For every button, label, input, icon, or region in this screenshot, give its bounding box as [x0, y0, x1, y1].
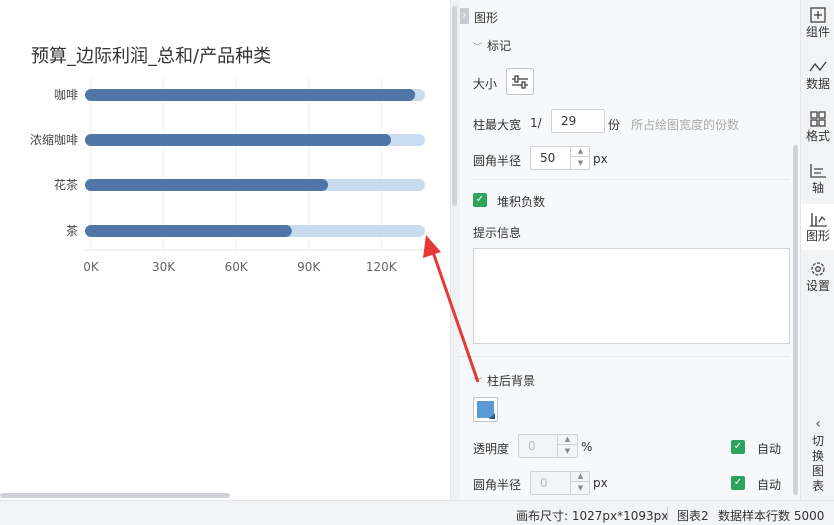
x-tick-label: 90K [297, 260, 321, 274]
divider [473, 179, 790, 180]
bar-graph-icon [810, 213, 827, 227]
rail-item-data[interactable]: 数据 [801, 52, 834, 98]
chevron-down-icon: ﹀ [473, 378, 483, 388]
x-tick-label: 60K [225, 260, 249, 274]
chevron-right-icon: › [462, 10, 467, 21]
sample-rows-text: 数据样本行数 5000 [718, 509, 825, 523]
bar-max-width-input[interactable]: 29 [551, 109, 605, 133]
opacity-auto-label: 自动 [757, 442, 782, 456]
bar-background-section-title: 柱后背景 [487, 374, 536, 388]
chart-canvas[interactable]: 0K 30K 60K 90K 120K 咖啡浓缩咖啡花茶茶 预算_边际利润_总和/产品种类 [0, 0, 450, 500]
panel-vertical-scrollbar[interactable] [793, 145, 798, 495]
category-label: 咖啡 [54, 87, 78, 102]
canvas-size-text: 画布尺寸: 1027px*1093px [516, 509, 669, 523]
panel-title: 图形 [474, 11, 499, 25]
bg-radius-stepper[interactable]: ▲ ▼ [570, 471, 590, 495]
stepper-down-icon[interactable]: ▼ [558, 446, 577, 457]
bar[interactable] [85, 225, 292, 237]
x-tick-label: 120K [366, 260, 398, 274]
rail-item-graphic[interactable]: 图形 [801, 204, 834, 250]
switch-chart-button[interactable]: ‹ 切换图表 [801, 416, 834, 494]
check-icon: ✓ [475, 194, 485, 205]
bar-max-width-unit: 份 [608, 118, 621, 132]
stack-negative-checkbox[interactable]: ✓ [473, 193, 487, 207]
data-icon [809, 61, 827, 72]
chart-name-text: 图表2 [677, 509, 709, 523]
category-label: 浓缩咖啡 [30, 132, 78, 147]
horizontal-scrollbar-thumb[interactable] [0, 493, 230, 498]
slider-adjust-icon [512, 75, 528, 89]
chevron-left-icon: ‹ [815, 416, 821, 432]
format-grid-icon [810, 111, 826, 127]
tooltip-label: 提示信息 [473, 226, 522, 240]
corner-radius-label: 圆角半径 [473, 154, 522, 168]
opacity-auto-checkbox[interactable]: ✓ [731, 440, 745, 454]
collapse-panel-button[interactable]: › [460, 8, 469, 24]
bar-max-width-prefix: 1/ [530, 116, 542, 130]
rail-item-axis[interactable]: 轴 [801, 156, 834, 202]
corner-radius-unit: px [593, 152, 608, 166]
status-bar: 画布尺寸: 1027px*1093px 图表2 数据样本行数 5000 [0, 500, 834, 525]
stack-negative-label: 堆积负数 [497, 195, 546, 209]
rail-item-settings[interactable]: 设置 [801, 254, 834, 300]
bar[interactable] [85, 89, 416, 101]
check-icon: ✓ [733, 441, 743, 452]
switch-chart-label: 切换图表 [811, 434, 824, 493]
rail-label: 数据 [805, 77, 830, 91]
dropdown-corner-icon [489, 413, 495, 419]
bar-max-width-hint: 所占绘图宽度的份数 [631, 118, 740, 132]
tooltip-textarea[interactable] [473, 248, 790, 344]
bar-background-section-header[interactable]: ﹀ 柱后背景 [473, 372, 535, 389]
add-component-icon [810, 7, 826, 23]
bg-radius-auto-label: 自动 [757, 478, 782, 492]
rail-label: 组件 [805, 25, 830, 39]
opacity-unit: % [581, 440, 593, 454]
stepper-down-icon[interactable]: ▼ [571, 483, 590, 494]
category-label: 茶 [66, 223, 78, 238]
rail-item-component[interactable]: 组件 [801, 0, 834, 46]
rail-label: 图形 [805, 229, 830, 243]
stepper-up-icon[interactable]: ▲ [571, 471, 590, 482]
size-label: 大小 [473, 77, 498, 91]
gear-icon [811, 262, 825, 276]
bar-chart: 0K 30K 60K 90K 120K 咖啡浓缩咖啡花茶茶 [30, 78, 425, 274]
stepper-down-icon[interactable]: ▼ [571, 158, 590, 169]
check-icon: ✓ [733, 477, 743, 488]
bar[interactable] [85, 134, 391, 146]
x-tick-label: 0K [83, 260, 100, 274]
rail-item-format[interactable]: 格式 [801, 104, 834, 150]
bg-radius-auto-checkbox[interactable]: ✓ [731, 476, 745, 490]
divider [460, 356, 790, 357]
canvas-vertical-scrollbar[interactable] [452, 6, 457, 206]
corner-radius-stepper[interactable]: ▲ ▼ [570, 146, 590, 170]
rail-label: 格式 [805, 129, 830, 143]
chart-title: 预算_边际利润_总和/产品种类 [31, 46, 272, 67]
size-slider-button[interactable] [506, 68, 534, 95]
mark-section-title: 标记 [487, 39, 512, 53]
bar-max-width-label: 柱最大宽 [473, 118, 522, 132]
stepper-up-icon[interactable]: ▲ [571, 146, 590, 157]
bar[interactable] [85, 179, 329, 191]
side-nav-rail: 组件 数据 格式 轴 图形 设置 ‹ 切换图表 [800, 0, 834, 500]
rail-label: 轴 [811, 181, 824, 195]
mark-section-header[interactable]: ﹀ 标记 [473, 37, 511, 54]
chevron-down-icon: ﹀ [473, 43, 483, 53]
rail-label: 设置 [805, 279, 830, 293]
opacity-label: 透明度 [473, 442, 510, 456]
x-tick-label: 30K [152, 260, 176, 274]
stepper-up-icon[interactable]: ▲ [558, 434, 577, 445]
panel-header: › 图形 [460, 0, 800, 32]
category-label: 花茶 [54, 177, 78, 192]
background-color-picker[interactable] [473, 397, 498, 422]
bg-radius-unit: px [593, 476, 608, 490]
opacity-stepper[interactable]: ▲ ▼ [557, 434, 577, 458]
graphic-config-panel: › 图形 ﹀ 标记 大小 柱最大宽 1/ 29 份 所占绘图宽度的份数 圆角半径 … [460, 0, 800, 500]
status-divider [667, 507, 668, 520]
bg-radius-label: 圆角半径 [473, 478, 522, 492]
axis-icon [810, 164, 826, 178]
